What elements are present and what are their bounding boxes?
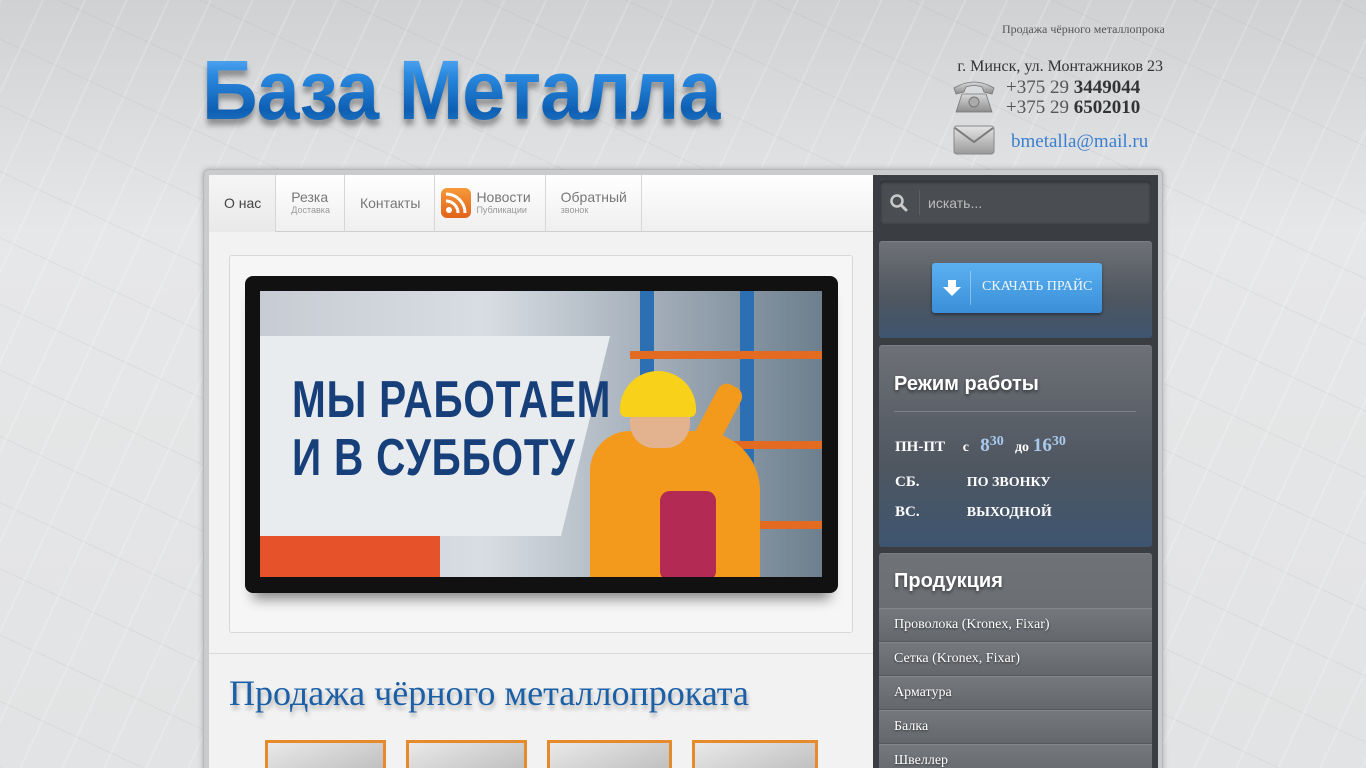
hours-saturday: СБ. ПО ЗВОНКУ — [895, 474, 1051, 491]
product-item-channel[interactable]: Швеллер — [879, 744, 1152, 768]
nav-news-label: Новости — [476, 189, 531, 205]
nav-cutting-label: Резка — [291, 189, 329, 205]
product-thumb-3[interactable] — [547, 740, 672, 768]
worker-helmet — [620, 371, 696, 417]
nav-news[interactable]: Новости Публикации — [435, 175, 546, 232]
sunday-text: ВЫХОДНОЙ — [966, 505, 1052, 520]
hours-sunday: ВС. ВЫХОДНОЙ — [895, 504, 1052, 521]
products-title: Продукция — [894, 570, 1003, 592]
mail-icon — [953, 124, 995, 156]
search-icon[interactable] — [889, 193, 909, 218]
products-list: Проволока (Kronex, Fixar) Сетка (Kronex,… — [879, 608, 1152, 768]
download-separator — [970, 271, 971, 305]
download-arrow-icon — [942, 278, 962, 303]
nav-cutting[interactable]: Резка Доставка — [276, 175, 345, 232]
slide-image[interactable]: МЫ РАБОТАЕМ И В СУББОТУ — [260, 291, 822, 577]
product-item-rebar[interactable]: Арматура — [879, 676, 1152, 710]
weekday-to-word: до — [1014, 440, 1030, 455]
products-panel: Продукция Проволока (Kronex, Fixar) Сетк… — [879, 553, 1152, 768]
product-item-mesh[interactable]: Сетка (Kronex, Fixar) — [879, 642, 1152, 676]
nav-contacts[interactable]: Контакты — [345, 175, 436, 232]
weekday-from-word: с — [962, 440, 969, 455]
product-item-beam[interactable]: Балка — [879, 710, 1152, 744]
slide-text-line1: МЫ РАБОТАЕМ — [292, 371, 612, 429]
product-thumb-4[interactable] — [692, 740, 818, 768]
nav-about[interactable]: О нас — [209, 175, 277, 232]
sunday-label: ВС. — [895, 504, 920, 520]
download-panel: СКАЧАТЬ ПРАЙС — [879, 241, 1152, 338]
search-input[interactable] — [928, 189, 1138, 217]
product-thumb-2[interactable] — [406, 740, 527, 768]
content-divider — [209, 653, 873, 654]
nav-callback-sub: звонок — [560, 205, 589, 215]
saturday-text: ПО ЗВОНКУ — [966, 475, 1051, 490]
address: г. Минск, ул. Монтажников 23 — [957, 58, 1163, 75]
weekday-from-hour: 8 — [980, 435, 990, 456]
download-price-button[interactable]: СКАЧАТЬ ПРАЙС — [932, 263, 1102, 313]
phone-icon — [952, 78, 996, 114]
saturday-label: СБ. — [895, 474, 920, 490]
nav-cutting-sub: Доставка — [291, 205, 330, 215]
weekday-from-min: 30 — [989, 434, 1004, 449]
sidebar: СКАЧАТЬ ПРАЙС Режим работы ПН-ПТ с 830 д… — [873, 175, 1158, 768]
email-link[interactable]: bmetalla@mail.ru — [1011, 131, 1148, 153]
top-nav: О нас Резка Доставка Контакты Новости Пу… — [209, 175, 873, 232]
slider: МЫ РАБОТАЕМ И В СУББОТУ — [229, 255, 853, 633]
page-heading: Продажа чёрного металлопроката — [229, 673, 749, 713]
weekday-label: ПН-ПТ — [895, 439, 946, 455]
weekday-to-min: 30 — [1051, 434, 1066, 449]
weekday-to-hour: 16 — [1032, 435, 1052, 456]
download-price-label: СКАЧАТЬ ПРАЙС — [982, 279, 1093, 294]
rss-icon — [441, 188, 472, 218]
nav-contacts-label: Контакты — [359, 195, 421, 211]
site-logo[interactable]: База Металла — [202, 40, 722, 140]
slide-text-line2: И В СУББОТУ — [292, 429, 576, 487]
tagline: Продажа чёрного металлопроката — [1002, 22, 1164, 36]
hours-weekday: ПН-ПТ с 830 до 1630 — [895, 434, 1066, 457]
phone-2[interactable]: +375 29 6502010 — [1006, 98, 1140, 118]
hours-divider — [894, 411, 1136, 412]
phone-1[interactable]: +375 29 3449044 — [1006, 78, 1140, 98]
hours-title: Режим работы — [894, 373, 1039, 395]
search-separator — [919, 190, 920, 215]
phone-numbers: +375 29 3449044 +375 29 6502010 — [1006, 78, 1140, 118]
forklift — [260, 531, 440, 577]
search-box — [880, 181, 1151, 224]
nav-callback[interactable]: Обратный звонок — [546, 175, 642, 232]
product-item-wire[interactable]: Проволока (Kronex, Fixar) — [879, 608, 1152, 642]
nav-about-label: О нас — [224, 195, 262, 211]
slide-frame: МЫ РАБОТАЕМ И В СУББОТУ — [245, 276, 838, 593]
worker-backpack — [660, 491, 716, 577]
nav-news-sub: Публикации — [476, 205, 527, 215]
main-column: О нас Резка Доставка Контакты Новости Пу… — [209, 175, 873, 768]
nav-callback-label: Обратный — [560, 189, 627, 205]
slide-text: МЫ РАБОТАЕМ И В СУББОТУ — [292, 371, 611, 487]
hours-panel: Режим работы ПН-ПТ с 830 до 1630 СБ. ПО … — [879, 345, 1152, 547]
product-thumb-1[interactable] — [265, 740, 386, 768]
